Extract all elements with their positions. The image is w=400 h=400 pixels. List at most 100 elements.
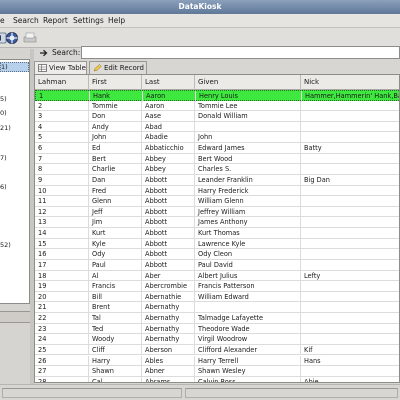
table-cell[interactable]: Abbott (142, 217, 195, 229)
table-cell[interactable]: Abbey (142, 164, 195, 175)
table-cell[interactable]: Francis (89, 281, 142, 292)
table-cell[interactable]: Abbott (142, 249, 195, 260)
table-cell[interactable]: 28 (35, 376, 89, 382)
menu-search[interactable]: Search (13, 14, 39, 28)
table-cell[interactable]: Cal (89, 376, 142, 382)
table-cell[interactable]: Bert (89, 153, 142, 165)
tree-item-label[interactable]: 7) (0, 154, 7, 162)
table-cell[interactable]: Theodore Wade (195, 323, 301, 335)
table-cell[interactable]: Abernathy (142, 302, 195, 313)
table-cell[interactable]: Bill (89, 291, 142, 303)
table-cell[interactable]: Harry Frederick (195, 185, 301, 197)
menu-report[interactable]: Report (43, 14, 68, 28)
table-cell[interactable] (301, 207, 399, 218)
table-cell[interactable] (301, 239, 399, 250)
table-cell[interactable]: 13 (35, 217, 89, 229)
table-cell[interactable]: Jim (89, 217, 142, 229)
table-cell[interactable]: Hans (301, 356, 399, 367)
table-cell[interactable]: Lawrence Kyle (195, 238, 301, 250)
column-header-last[interactable]: Last (142, 75, 195, 90)
table-cell[interactable]: Paul (89, 259, 142, 271)
window-title-bar[interactable]: DataKiosk (0, 0, 400, 14)
table-cell[interactable] (301, 228, 399, 239)
table-cell[interactable]: Fred (89, 185, 142, 197)
table-cell[interactable]: Kurt Thomas (195, 228, 301, 239)
table-cell[interactable]: Kif (301, 345, 399, 356)
table-cell[interactable]: 15 (35, 238, 89, 250)
table-cell[interactable] (301, 292, 399, 303)
table-row[interactable]: 3 Don Aase Donald William (35, 111, 399, 122)
table-cell[interactable] (195, 302, 301, 313)
table-cell[interactable]: Aberson (142, 344, 195, 356)
table-cell[interactable]: Donald William (195, 111, 301, 122)
table-row[interactable]: 18 Al Aber Albert Julius Lefty (35, 270, 399, 282)
table-cell[interactable] (301, 122, 399, 133)
table-row[interactable]: 17 Paul Abbott Paul David (35, 259, 399, 271)
table-cell[interactable]: 8 (35, 164, 89, 175)
table-cell[interactable]: Leander Franklin (195, 174, 301, 186)
table-cell[interactable]: Francis Patterson (195, 281, 301, 292)
table-row[interactable]: 8 Charlie Abbey Charles S. (35, 164, 399, 175)
table-cell[interactable]: 12 (35, 206, 89, 218)
table-cell[interactable]: Woody (89, 334, 142, 345)
table-cell[interactable]: Abadie (142, 132, 195, 144)
table-cell[interactable]: 21 (35, 302, 89, 313)
table-cell[interactable]: 20 (35, 291, 89, 303)
table-row[interactable]: 28 Cal Abrams Calvin Ross Abie (35, 376, 399, 382)
table-cell[interactable]: 5 (35, 132, 89, 144)
table-cell[interactable]: Abbott (142, 206, 195, 218)
query-tree[interactable]: 1) 5) 0) 21) 7) 6) 52) (0, 59, 30, 304)
menu-settings[interactable]: Settings (73, 14, 104, 28)
table-cell[interactable] (301, 186, 399, 197)
table-cell[interactable] (301, 366, 399, 377)
table-cell[interactable]: Abbott (142, 259, 195, 271)
table-cell[interactable]: Kurt (89, 228, 142, 239)
table-cell[interactable]: Abner (142, 366, 195, 377)
table-cell[interactable]: Batty (301, 143, 399, 154)
table-cell[interactable]: Virgil Woodrow (195, 334, 301, 345)
table-cell[interactable]: Albert Julius (195, 270, 301, 282)
table-row[interactable]: 20 Bill Abernathie William Edward (35, 291, 399, 303)
table-cell[interactable]: Abbott (142, 185, 195, 197)
table-cell[interactable]: William Glenn (195, 196, 301, 207)
table-row[interactable]: 12 Jeff Abbott Jeffrey William (35, 206, 399, 218)
table-row[interactable]: 15 Kyle Abbott Lawrence Kyle (35, 238, 399, 250)
table-cell[interactable] (301, 164, 399, 175)
table-cell[interactable]: Tommie (89, 100, 142, 112)
table-cell[interactable] (301, 217, 399, 228)
table-cell[interactable] (301, 302, 399, 313)
table-row[interactable]: 5 John Abadie John (35, 132, 399, 144)
table-cell[interactable]: Shawn Wesley (195, 366, 301, 377)
table-cell[interactable]: Jeff (89, 206, 142, 218)
table-cell[interactable]: 23 (35, 323, 89, 335)
table-cell[interactable]: 9 (35, 174, 89, 186)
table-cell[interactable]: Ody Cleon (195, 249, 301, 260)
table-cell[interactable] (195, 121, 301, 133)
table-cell[interactable] (301, 249, 399, 260)
table-row[interactable]: 21 Brent Abernathy (35, 302, 399, 313)
table-cell[interactable]: Andy (89, 121, 142, 133)
table-cell[interactable]: 11 (35, 196, 89, 207)
table-cell[interactable]: Abie (301, 377, 399, 382)
print-icon[interactable] (23, 31, 37, 45)
table-cell[interactable]: William Edward (195, 291, 301, 303)
tree-item-label[interactable]: 5) (0, 95, 7, 103)
table-row[interactable]: 6 Ed Abbaticchio Edward James Batty (35, 143, 399, 154)
table-cell[interactable]: Charles S. (195, 164, 301, 175)
table-cell[interactable]: Big Dan (301, 175, 399, 186)
tree-item-label[interactable]: 21) (0, 124, 11, 132)
table-cell[interactable]: Abbott (142, 238, 195, 250)
table-row[interactable]: 22 Tal Abernathy Talmadge Lafayette (35, 313, 399, 324)
table-cell[interactable]: Kyle (89, 238, 142, 250)
table-cell[interactable]: Abercrombie (142, 281, 195, 292)
table-row[interactable]: 26 Harry Ables Harry Terrell Hans (35, 355, 399, 367)
tree-item-label[interactable]: 52) (0, 241, 11, 249)
table-row[interactable]: 2 Tommie Aaron Tommie Lee (35, 100, 399, 112)
menu-help[interactable]: Help (108, 14, 125, 28)
table-row[interactable]: 11 Glenn Abbott William Glenn (35, 196, 399, 207)
table-cell[interactable]: Calvin Ross (195, 376, 301, 382)
table-row[interactable]: 27 Shawn Abner Shawn Wesley (35, 366, 399, 377)
table-cell[interactable] (301, 196, 399, 207)
table-cell[interactable]: Brent (89, 302, 142, 313)
table-cell[interactable]: James Anthony (195, 217, 301, 229)
